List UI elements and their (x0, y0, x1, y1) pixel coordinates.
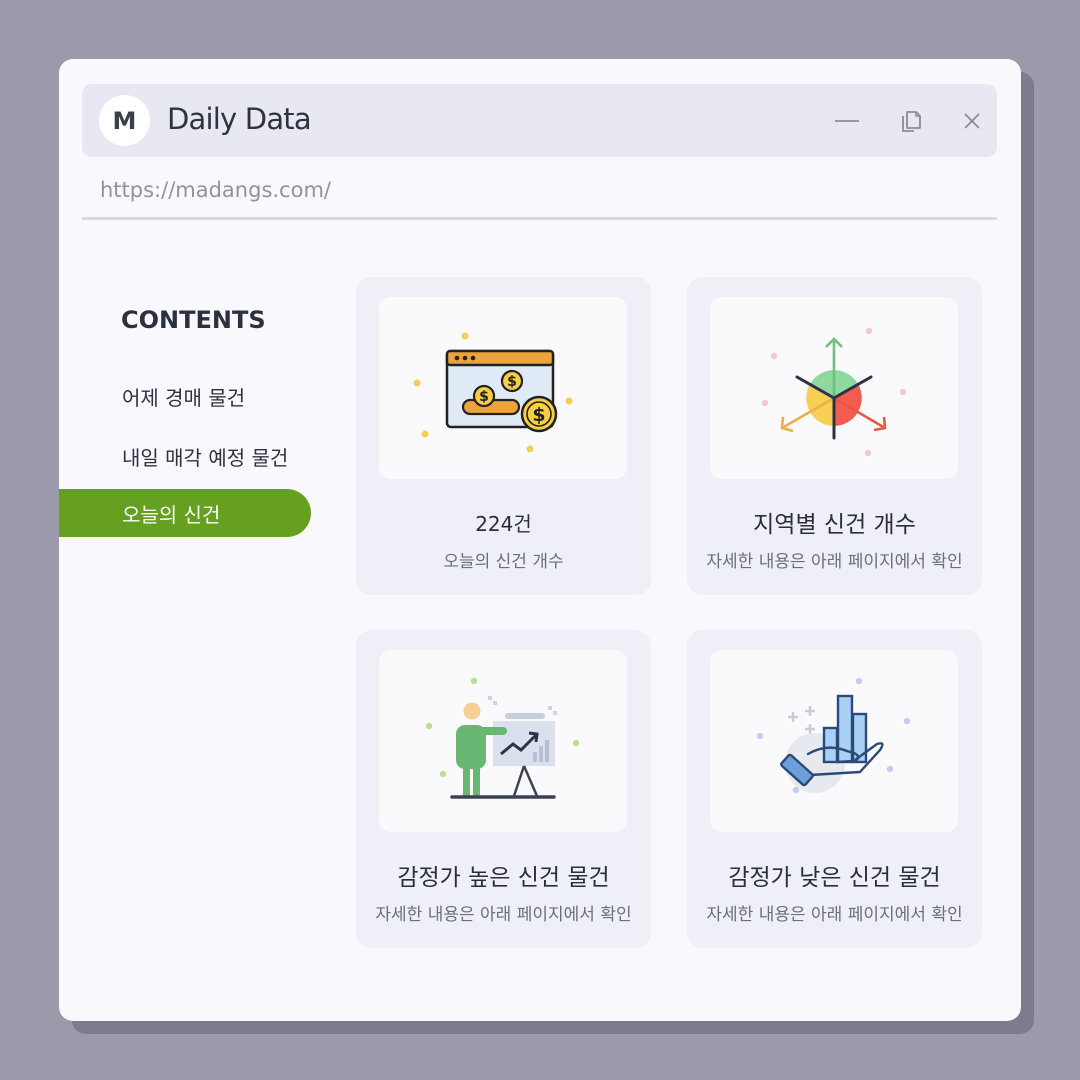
region-arrows-icon (761, 327, 907, 457)
card-title: 감정가 낮은 신건 물건 (728, 865, 941, 891)
card-icon-box (379, 650, 627, 832)
svg-text:$: $ (479, 389, 489, 405)
card-subtitle: 오늘의 신건 개수 (443, 552, 564, 572)
close-icon (964, 113, 980, 129)
url-divider (82, 217, 997, 220)
hand-bar-chart-icon (756, 677, 911, 794)
card-icon-box: $ $ $ (379, 297, 627, 479)
card-subtitle: 자세한 내용은 아래 페이지에서 확인 (706, 905, 963, 925)
svg-text:$: $ (507, 374, 517, 390)
close-button[interactable] (953, 102, 991, 140)
sidebar-heading: CONTENTS (121, 306, 266, 334)
card-today-count[interactable]: $ $ $ 224건 오늘의 신건 개수 (356, 277, 651, 595)
card-title: 224건 (475, 512, 532, 536)
card-title: 지역별 신건 개수 (753, 512, 916, 538)
copy-button[interactable] (892, 102, 930, 140)
url-text[interactable]: https://madangs.com/ (100, 178, 331, 202)
card-low-appraisal[interactable]: 감정가 낮은 신건 물건 자세한 내용은 아래 페이지에서 확인 (687, 630, 982, 948)
card-icon-box (710, 650, 958, 832)
app-window: M Daily Data https://madangs.com/ CONTEN… (59, 59, 1021, 1021)
money-browser-icon: $ $ $ (413, 332, 573, 453)
minimize-button[interactable] (828, 102, 866, 140)
sidebar-item-today-new[interactable]: 오늘의 신건 (59, 489, 311, 537)
card-subtitle: 자세한 내용은 아래 페이지에서 확인 (706, 552, 963, 572)
card-high-appraisal[interactable]: 감정가 높은 신건 물건 자세한 내용은 아래 페이지에서 확인 (356, 630, 651, 948)
card-title: 감정가 높은 신건 물건 (397, 865, 610, 891)
svg-text:$: $ (532, 404, 545, 426)
presentation-chart-icon (425, 677, 580, 799)
title-bar: M Daily Data (82, 84, 997, 157)
app-title: Daily Data (167, 102, 312, 136)
copy-icon (902, 111, 921, 132)
sidebar-item-yesterday-auction[interactable]: 어제 경매 물건 (59, 372, 311, 420)
card-icon-box (710, 297, 958, 479)
sidebar-item-tomorrow-sale[interactable]: 내일 매각 예정 물건 (59, 432, 311, 480)
avatar[interactable]: M (99, 95, 150, 146)
card-region-count[interactable]: 지역별 신건 개수 자세한 내용은 아래 페이지에서 확인 (687, 277, 982, 595)
minimize-icon (835, 120, 859, 122)
card-subtitle: 자세한 내용은 아래 페이지에서 확인 (375, 905, 632, 925)
